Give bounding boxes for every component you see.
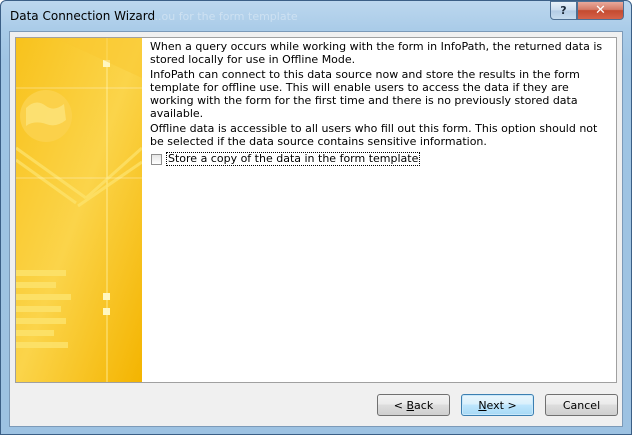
back-button-prefix: < <box>393 398 407 412</box>
cancel-button-label: Cancel <box>562 398 601 412</box>
paragraph-sensitive-info: Offline data is accessible to all users … <box>150 122 598 148</box>
paragraph-offline-mode: When a query occurs while working with t… <box>150 40 603 66</box>
window-title: Data Connection Wizard <box>10 9 156 23</box>
back-button-mnemonic: B <box>406 398 415 412</box>
store-copy-checkbox[interactable] <box>151 153 162 165</box>
close-icon: ✕ <box>595 3 606 18</box>
dialog-client-area: When a query occurs while working with t… <box>9 31 623 427</box>
help-button[interactable]: ? <box>550 1 577 20</box>
banner-graphic <box>16 38 142 382</box>
wizard-window: Data Connection Wizard ...ou for the for… <box>0 0 632 435</box>
title-bar[interactable]: Data Connection Wizard ...ou for the for… <box>1 1 631 31</box>
paragraph-store-results: InfoPath can connect to this data source… <box>150 68 580 120</box>
wizard-banner-image <box>16 38 142 382</box>
next-button[interactable]: Next > <box>461 394 534 416</box>
next-button-rest: ext > <box>486 398 517 412</box>
store-copy-option[interactable]: Store a copy of the data in the form tem… <box>151 152 421 166</box>
store-copy-label[interactable]: Store a copy of the data in the form tem… <box>166 152 421 166</box>
back-button[interactable]: < Back <box>377 394 450 416</box>
wizard-page: When a query occurs while working with t… <box>15 37 617 383</box>
next-button-mnemonic: N <box>478 398 487 412</box>
back-button-rest: ack <box>414 398 434 412</box>
cancel-button[interactable]: Cancel <box>545 394 618 416</box>
close-button[interactable]: ✕ <box>577 1 624 20</box>
help-icon: ? <box>560 4 567 17</box>
background-title-ghost: ...ou for the form template <box>151 10 298 23</box>
wizard-content: When a query occurs while working with t… <box>150 40 610 150</box>
